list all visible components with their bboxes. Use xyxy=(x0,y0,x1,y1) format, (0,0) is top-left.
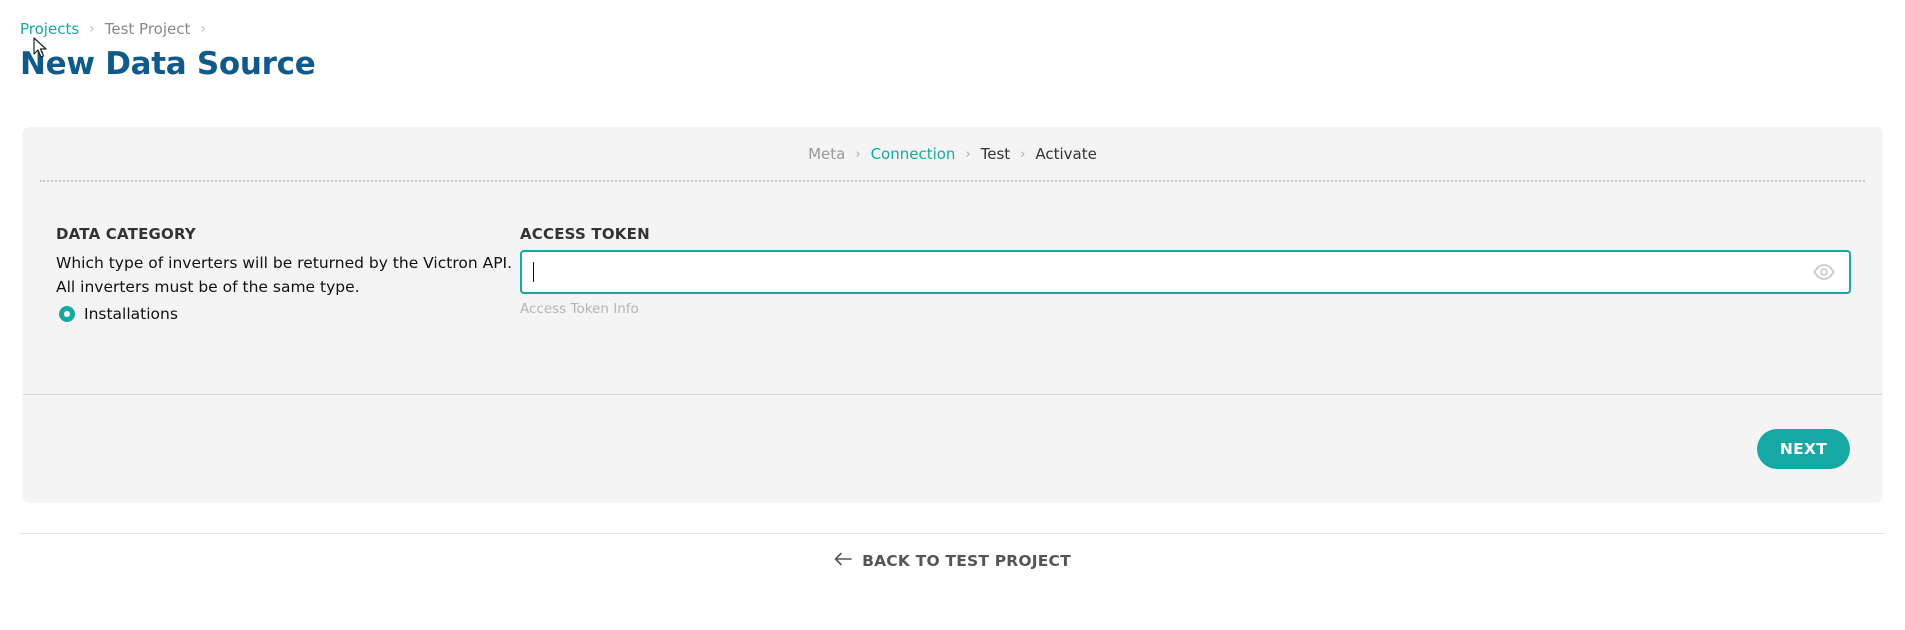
access-token-hint: Access Token Info xyxy=(520,301,639,317)
data-category-help: Which type of inverters will be returned… xyxy=(56,254,513,296)
chevron-right-icon: › xyxy=(965,146,971,162)
wizard-card: Meta › Connection › Test › Activate DATA… xyxy=(23,127,1882,501)
page-title: New Data Source xyxy=(20,46,316,82)
eye-icon[interactable] xyxy=(1813,263,1835,281)
breadcrumb-test-project[interactable]: Test Project xyxy=(105,20,191,38)
data-category-group: DATA CATEGORY Which type of inverters wi… xyxy=(56,225,516,323)
back-link-label: BACK TO TEST PROJECT xyxy=(862,552,1071,570)
access-token-label: ACCESS TOKEN xyxy=(520,225,650,243)
breadcrumb-projects[interactable]: Projects xyxy=(20,20,79,38)
card-footer-divider xyxy=(23,394,1882,395)
access-token-field-wrapper xyxy=(520,250,1851,294)
stepper-divider xyxy=(40,180,1865,182)
wizard-stepper: Meta › Connection › Test › Activate xyxy=(23,145,1882,163)
chevron-right-icon: › xyxy=(89,21,95,37)
chevron-right-icon: › xyxy=(1020,146,1026,162)
step-activate: Activate xyxy=(1035,145,1097,163)
access-token-input[interactable] xyxy=(522,252,1849,292)
text-caret xyxy=(533,262,534,282)
page-divider xyxy=(20,533,1885,534)
arrow-left-icon xyxy=(834,552,852,570)
page: Projects › Test Project › New Data Sourc… xyxy=(0,0,1905,630)
radio-selected-icon[interactable] xyxy=(59,306,75,322)
next-button[interactable]: NEXT xyxy=(1757,429,1850,469)
radio-option-label: Installations xyxy=(84,305,178,323)
data-category-label: DATA CATEGORY xyxy=(56,225,196,243)
chevron-right-icon: › xyxy=(200,21,206,37)
step-meta[interactable]: Meta xyxy=(808,145,845,163)
radio-option-installations[interactable]: Installations xyxy=(56,305,516,323)
back-to-project-link[interactable]: BACK TO TEST PROJECT xyxy=(0,552,1905,570)
chevron-right-icon: › xyxy=(855,146,861,162)
breadcrumb: Projects › Test Project › xyxy=(20,20,206,38)
access-token-group: ACCESS TOKEN Access Token Info xyxy=(520,225,1851,317)
step-connection[interactable]: Connection xyxy=(871,145,956,163)
step-test: Test xyxy=(980,145,1011,163)
